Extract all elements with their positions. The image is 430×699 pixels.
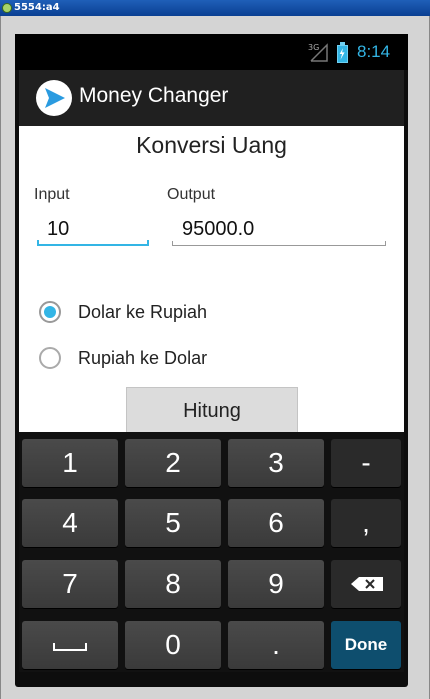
key-2[interactable]: 2 <box>125 439 221 487</box>
radio-rupiah-ke-dolar[interactable]: Rupiah ke Dolar <box>39 343 207 373</box>
send-icon <box>36 80 72 116</box>
status-bar: 3G 8:14 <box>15 34 408 70</box>
window-title: 5554:a4 <box>14 2 60 13</box>
battery-icon <box>337 42 348 63</box>
page-title: Konversi Uang <box>136 132 287 158</box>
space-icon <box>53 642 87 651</box>
input-field[interactable]: 10 <box>37 214 149 246</box>
key-space[interactable] <box>22 621 118 669</box>
key-0[interactable]: 0 <box>125 621 221 669</box>
key-1[interactable]: 1 <box>22 439 118 487</box>
emulator-icon <box>2 3 12 13</box>
radio-unchecked-icon[interactable] <box>39 347 61 369</box>
hitung-button[interactable]: Hitung <box>126 387 298 435</box>
output-field[interactable]: 95000.0 <box>172 214 386 246</box>
output-label: Output <box>167 186 216 203</box>
network-type-label: 3G <box>308 43 319 52</box>
radio-dolar-ke-rupiah[interactable]: Dolar ke Rupiah <box>39 297 207 327</box>
done-key[interactable]: Done <box>331 621 401 669</box>
numeric-keyboard: 1 2 3 - 4 5 6 , 7 8 9 0 . Done <box>19 432 404 672</box>
converter-form: Konversi Uang Input Output 10 95000.0 Do… <box>19 126 404 435</box>
signal-3g-icon: 3G <box>308 43 328 62</box>
key-4[interactable]: 4 <box>22 499 118 547</box>
key-5[interactable]: 5 <box>125 499 221 547</box>
key-6[interactable]: 6 <box>228 499 324 547</box>
app-title: Money Changer <box>79 84 229 107</box>
key-7[interactable]: 7 <box>22 560 118 608</box>
radio-label: Dolar ke Rupiah <box>78 301 208 322</box>
key-period[interactable]: . <box>228 621 324 669</box>
key-3[interactable]: 3 <box>228 439 324 487</box>
key-comma[interactable]: , <box>331 499 401 547</box>
radio-checked-icon[interactable] <box>39 301 61 323</box>
radio-label: Rupiah ke Dolar <box>78 347 208 368</box>
status-clock: 8:14 <box>357 42 391 61</box>
backspace-icon <box>351 577 383 591</box>
action-bar: Money Changer <box>19 70 404 126</box>
input-label: Input <box>34 186 70 203</box>
window-title-bar: 5554:a4 <box>0 0 430 16</box>
key-backspace[interactable] <box>331 560 401 608</box>
key-9[interactable]: 9 <box>228 560 324 608</box>
key-8[interactable]: 8 <box>125 560 221 608</box>
emulator-screen: 3G 8:14 Money Changer Konversi Uang Inpu… <box>15 34 408 687</box>
key-minus[interactable]: - <box>331 439 401 487</box>
